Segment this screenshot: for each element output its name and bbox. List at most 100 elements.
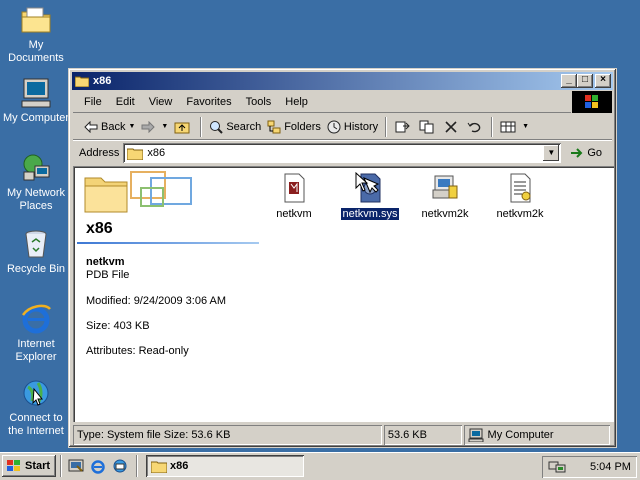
explorer-window: x86 _ □ × File Edit View Favorites Tools… — [68, 68, 617, 448]
chevron-down-icon[interactable]: ▼ — [522, 123, 529, 130]
toolbar-separator — [491, 116, 494, 137]
forward-button[interactable]: ▼ — [138, 119, 171, 135]
file-view: x86 netkvm PDB File Modified: 9/24/2009 … — [73, 166, 614, 422]
desktop-icon-my-documents[interactable]: My Documents — [0, 4, 72, 65]
go-label: Go — [587, 147, 603, 159]
internet-explorer-icon[interactable] — [88, 456, 108, 476]
views-button[interactable]: ▼ — [497, 118, 532, 136]
my-computer-icon — [468, 428, 484, 442]
internet-explorer-icon — [20, 303, 52, 335]
outlook-express-icon[interactable] — [110, 456, 130, 476]
status-size: 53.6 KB — [384, 425, 462, 445]
folders-icon — [267, 120, 281, 133]
windows-logo — [572, 91, 612, 113]
taskbar: Start x86 5:04 PM — [0, 452, 640, 480]
undo-icon — [467, 122, 481, 132]
system-tray: 5:04 PM — [542, 456, 637, 478]
chevron-down-icon[interactable]: ▼ — [543, 145, 560, 161]
file-label: netkvm2k — [421, 208, 469, 220]
toolbar-separator — [200, 116, 203, 137]
file-item[interactable]: netkvm2k — [485, 172, 555, 220]
status-info: Type: System file Size: 53.6 KB — [73, 425, 382, 445]
address-field[interactable]: x86 ▼ — [123, 143, 562, 163]
history-icon — [327, 120, 341, 133]
windows-flag-icon — [7, 460, 20, 471]
chevron-down-icon[interactable]: ▼ — [128, 123, 135, 130]
toolbar: Back ▼ ▼ Search Folders History ▼ — [73, 114, 612, 140]
recycle-bin-icon — [20, 228, 52, 260]
desktop-icon-network-places[interactable]: My Network Places — [0, 152, 72, 213]
selected-file-type: PDB File — [86, 269, 130, 281]
selected-file-name: netkvm — [86, 256, 125, 268]
selected-file-attributes: Attributes: Read-only — [86, 345, 189, 357]
selected-file-modified: Modified: 9/24/2009 3:06 AM — [86, 295, 227, 307]
back-button[interactable]: Back ▼ — [81, 119, 138, 135]
title-bar[interactable]: x86 _ □ × — [72, 72, 613, 90]
my-computer-icon — [20, 77, 52, 109]
go-arrow-icon — [571, 148, 583, 158]
inf-file-icon — [504, 172, 536, 204]
up-folder-button[interactable] — [171, 118, 196, 136]
show-desktop-icon[interactable] — [66, 456, 86, 476]
setup-file-icon — [429, 172, 461, 204]
delete-button[interactable] — [441, 118, 464, 136]
desktop-icon-internet-explorer[interactable]: Internet Explorer — [0, 303, 72, 364]
menu-file[interactable]: File — [77, 94, 109, 110]
desktop-label: My Computer — [2, 112, 70, 124]
desktop-label: Recycle Bin — [6, 263, 66, 275]
up-folder-icon — [174, 122, 190, 133]
start-label: Start — [25, 460, 51, 472]
start-button[interactable]: Start — [2, 455, 56, 477]
menu-help[interactable]: Help — [278, 94, 315, 110]
move-to-icon — [395, 121, 410, 132]
folders-label: Folders — [284, 120, 321, 133]
menu-favorites[interactable]: Favorites — [179, 94, 238, 110]
close-button[interactable]: × — [595, 74, 611, 88]
desktop-icon-my-computer[interactable]: My Computer — [0, 77, 72, 125]
maximize-button[interactable]: □ — [577, 74, 593, 88]
divider — [77, 242, 259, 244]
back-arrow-icon — [84, 120, 98, 133]
folder-title: x86 — [86, 220, 113, 237]
search-button[interactable]: Search — [206, 118, 264, 136]
history-button[interactable]: History — [324, 118, 381, 136]
copy-to-icon — [419, 120, 434, 133]
network-places-icon — [20, 152, 52, 184]
forward-arrow-icon — [141, 120, 156, 133]
desktop-icon-connect-internet[interactable]: Connect to the Internet — [0, 377, 72, 438]
menu-view[interactable]: View — [142, 94, 180, 110]
address-bar: Address x86 ▼ Go — [73, 141, 612, 165]
clock[interactable]: 5:04 PM — [590, 461, 631, 473]
task-label: x86 — [170, 460, 189, 472]
file-item[interactable]: netkvm2k — [410, 172, 480, 220]
folders-button[interactable]: Folders — [264, 118, 324, 136]
chevron-down-icon[interactable]: ▼ — [161, 123, 168, 130]
desktop-label: Places — [19, 200, 53, 212]
search-label: Search — [226, 120, 262, 133]
minimize-button[interactable]: _ — [561, 74, 577, 88]
desktop-label: Connect to — [9, 412, 63, 424]
back-label: Back — [101, 120, 126, 133]
copy-to-button[interactable] — [416, 118, 441, 136]
search-icon — [210, 120, 224, 134]
task-button-x86[interactable]: x86 — [146, 455, 304, 477]
connect-internet-icon — [20, 377, 52, 409]
desktop-icon-recycle-bin[interactable]: Recycle Bin — [0, 228, 72, 276]
go-button[interactable]: Go — [569, 146, 602, 160]
undo-button[interactable] — [464, 118, 487, 136]
large-folder-icon — [84, 171, 192, 213]
menu-tools[interactable]: Tools — [239, 94, 279, 110]
network-tray-icon[interactable] — [548, 459, 566, 475]
file-label: netkvm.sys — [340, 207, 400, 221]
move-to-button[interactable] — [391, 118, 416, 136]
toolbar-separator — [385, 116, 388, 137]
address-label: Address — [79, 147, 120, 159]
status-zone: My Computer — [464, 425, 610, 445]
menu-edit[interactable]: Edit — [109, 94, 142, 110]
file-item-selected[interactable]: netkvm.sys — [335, 172, 405, 221]
my-documents-icon — [20, 4, 52, 36]
desktop-label: My Documents — [8, 39, 64, 64]
file-item[interactable]: netkvm — [259, 172, 329, 220]
address-value: x86 — [147, 147, 166, 159]
mouse-cursor-icon — [355, 172, 369, 192]
